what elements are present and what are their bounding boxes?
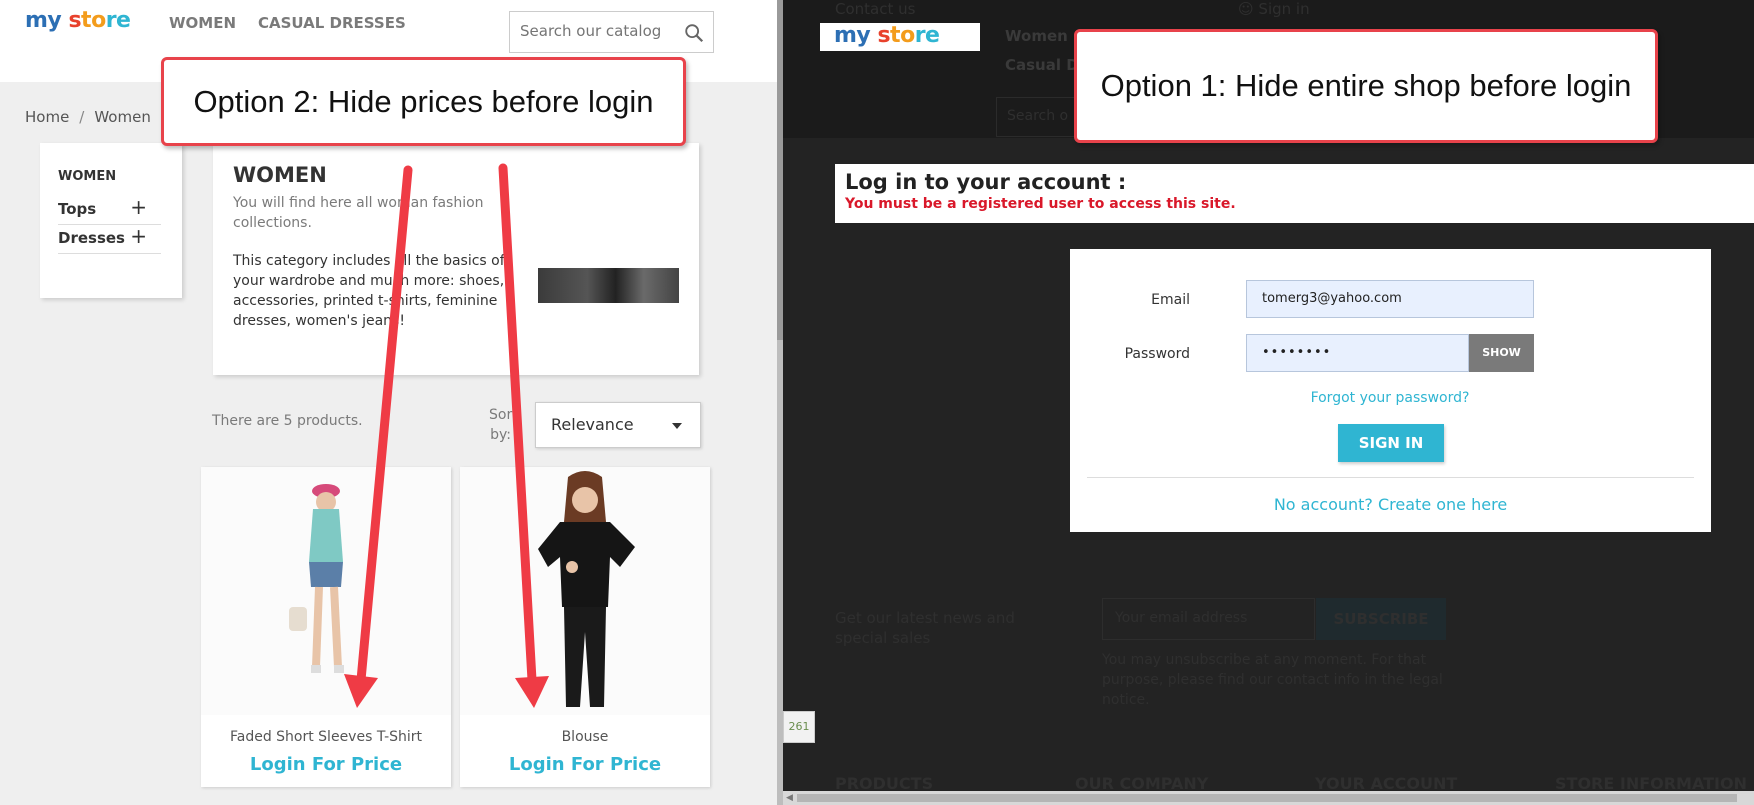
product-image[interactable] xyxy=(201,467,451,715)
product-card[interactable]: Blouse Login For Price xyxy=(460,467,710,787)
sidebar-item-dresses[interactable]: Dresses + xyxy=(58,223,161,254)
callout-option-1: Option 1: Hide entire shop before login xyxy=(1074,29,1658,143)
sign-in-button[interactable]: SIGN IN xyxy=(1338,424,1444,462)
search-icon[interactable] xyxy=(683,22,705,44)
login-header: Log in to your account : You must be a r… xyxy=(835,164,1754,223)
category-description: This category includes all the basics of… xyxy=(233,253,505,329)
sidebar-item-label: Tops xyxy=(58,200,97,218)
search-input[interactable] xyxy=(520,22,670,40)
sidebar-item-tops[interactable]: Tops + xyxy=(58,194,161,225)
nav-women[interactable]: WOMEN xyxy=(169,14,236,32)
email-field[interactable]: tomerg3@yahoo.com xyxy=(1246,280,1534,318)
registration-warning: You must be a registered user to access … xyxy=(845,196,1236,212)
nav-casual-dresses[interactable]: Casual D xyxy=(1005,56,1079,74)
caret-down-icon xyxy=(672,423,682,429)
expand-plus-icon[interactable]: + xyxy=(130,223,147,249)
expand-plus-icon[interactable]: + xyxy=(130,194,147,220)
newsletter-note: You may unsubscribe at any moment. For t… xyxy=(1102,652,1443,708)
sort-value: Relevance xyxy=(551,415,634,434)
password-field[interactable]: •••••••• xyxy=(1246,334,1469,372)
forgot-password-link[interactable]: Forgot your password? xyxy=(1246,390,1534,406)
category-sidebar: WOMEN Tops + Dresses + xyxy=(40,143,182,298)
sidebar-title[interactable]: WOMEN xyxy=(58,169,164,184)
scrollbar-thumb[interactable] xyxy=(797,794,1737,802)
user-icon: ☺ xyxy=(1238,0,1254,18)
sidebar-item-label: Dresses xyxy=(58,229,125,247)
login-title: Log in to your account : xyxy=(845,170,1127,194)
scroll-left-icon[interactable]: ◀ xyxy=(786,793,793,803)
counter-badge: 261 xyxy=(783,711,815,743)
subscribe-button[interactable]: SUBSCRIBE xyxy=(1316,598,1446,640)
search-box xyxy=(509,11,714,53)
store-logo: my store xyxy=(834,23,940,48)
callout-option-2: Option 2: Hide prices before login xyxy=(161,57,686,146)
sign-in-link[interactable]: ☺ Sign in xyxy=(1238,0,1310,18)
password-label: Password xyxy=(1124,346,1190,362)
breadcrumb: Home / Women xyxy=(25,108,151,126)
category-description-card: WOMEN You will find here all woman fashi… xyxy=(213,143,699,375)
show-password-button[interactable]: SHOW xyxy=(1469,334,1534,372)
breadcrumb-women[interactable]: Women xyxy=(94,108,150,126)
store-logo[interactable]: my store xyxy=(25,8,131,33)
product-name[interactable]: Blouse xyxy=(460,729,710,745)
login-for-price-link[interactable]: Login For Price xyxy=(460,754,710,775)
breadcrumb-home[interactable]: Home xyxy=(25,108,69,126)
login-for-price-link[interactable]: Login For Price xyxy=(201,754,451,775)
breadcrumb-separator: / xyxy=(79,108,85,126)
nav-women[interactable]: Women xyxy=(1005,27,1068,45)
search-input[interactable]: Search o xyxy=(996,97,1086,137)
nav-casual-dresses[interactable]: CASUAL DRESSES xyxy=(258,14,406,32)
newsletter-email-input[interactable]: Your email address xyxy=(1102,598,1315,640)
email-label: Email xyxy=(1151,292,1190,308)
sort-label: Sort by: xyxy=(489,407,518,443)
contact-us-link[interactable]: Contact us xyxy=(835,0,915,18)
newsletter-text: Get our latest news and special sales xyxy=(835,609,1015,647)
product-count: There are 5 products. xyxy=(212,413,363,429)
logo-box[interactable]: my store xyxy=(820,23,980,51)
divider xyxy=(1087,477,1694,478)
create-account-link[interactable]: No account? Create one here xyxy=(1070,495,1711,514)
sort-dropdown[interactable]: Relevance xyxy=(535,402,701,448)
horizontal-scrollbar[interactable]: ◀ xyxy=(783,791,1754,805)
product-name[interactable]: Faded Short Sleeves T-Shirt xyxy=(201,729,451,745)
product-card[interactable]: Faded Short Sleeves T-Shirt Login For Pr… xyxy=(201,467,451,787)
category-subtitle: You will find here all woman fashion col… xyxy=(233,195,484,231)
category-banner-image xyxy=(538,268,679,303)
category-title: WOMEN xyxy=(233,163,327,187)
login-form: Email tomerg3@yahoo.com Password •••••••… xyxy=(1070,249,1711,532)
product-image[interactable] xyxy=(460,467,710,715)
